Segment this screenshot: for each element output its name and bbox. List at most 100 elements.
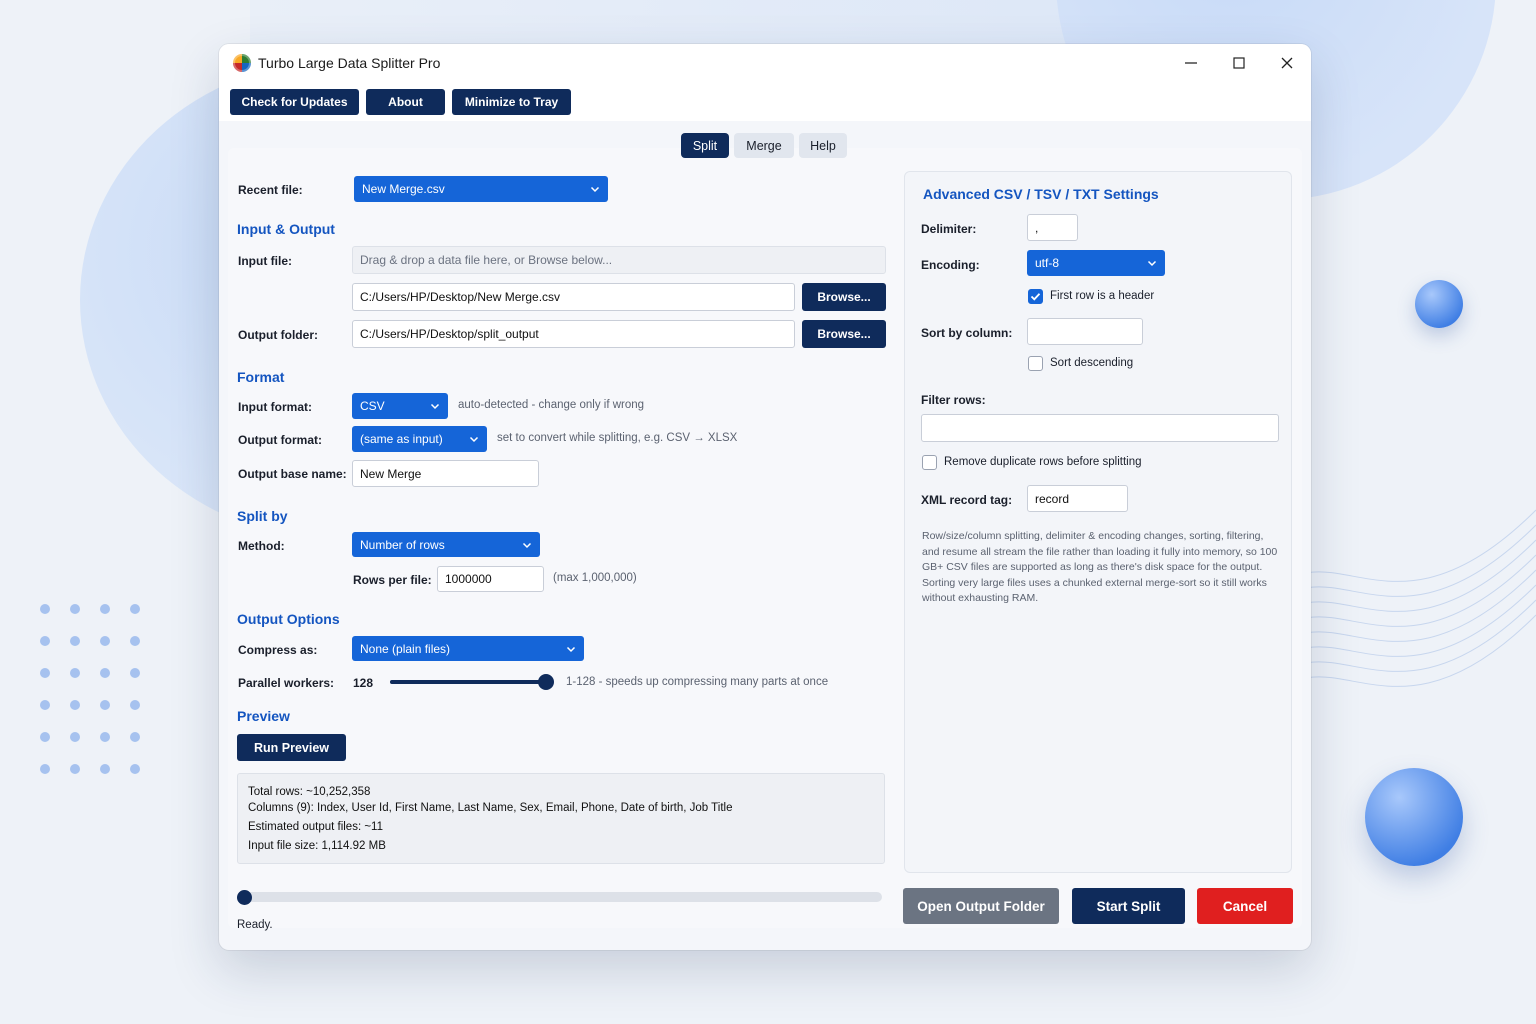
sort-by-column-field[interactable]	[1027, 318, 1143, 345]
filter-rows-label: Filter rows:	[921, 393, 986, 407]
xml-record-tag-label: XML record tag:	[921, 493, 1013, 507]
output-format-select[interactable]: (same as input)	[352, 426, 487, 452]
tab-help[interactable]: Help	[799, 133, 847, 158]
preview-line: Total rows: ~10,252,358	[248, 786, 371, 798]
tab-bar: Split Merge Help	[681, 133, 847, 158]
input-format-select[interactable]: CSV	[352, 393, 448, 419]
split-method-value: Number of rows	[360, 537, 445, 552]
format-heading: Format	[237, 369, 285, 385]
input-format-label: Input format:	[238, 400, 312, 414]
preview-heading: Preview	[237, 708, 290, 724]
open-output-folder-button[interactable]: Open Output Folder	[903, 888, 1059, 924]
recent-file-label: Recent file:	[238, 183, 303, 197]
decorative-waves	[1276, 509, 1536, 696]
input-file-label: Input file:	[238, 254, 292, 268]
app-window: Turbo Large Data Splitter Pro Check for …	[219, 44, 1311, 950]
delimiter-label: Delimiter:	[921, 222, 977, 236]
chevron-down-icon	[430, 403, 440, 410]
compress-as-value: None (plain files)	[360, 641, 451, 656]
preview-output: Total rows: ~10,252,358 Columns (9): Ind…	[237, 773, 885, 864]
chevron-down-icon	[522, 542, 532, 548]
window-title: Turbo Large Data Splitter Pro	[258, 55, 441, 71]
browse-output-button[interactable]: Browse...	[802, 320, 886, 348]
rows-per-file-label: Rows per file:	[353, 573, 432, 587]
encoding-select[interactable]: utf-8	[1027, 250, 1165, 276]
cancel-button[interactable]: Cancel	[1197, 888, 1293, 924]
output-format-hint: set to convert while splitting, e.g. CSV…	[497, 432, 738, 444]
output-format-value: (same as input)	[360, 432, 443, 446]
remove-duplicates-checkbox[interactable]	[922, 455, 937, 470]
decorative-dot-grid	[40, 604, 160, 796]
slider-handle[interactable]	[538, 674, 554, 690]
parallel-workers-slider[interactable]	[390, 674, 554, 690]
tab-merge[interactable]: Merge	[734, 133, 794, 158]
minimize-icon	[1185, 62, 1197, 64]
sort-descending-checkbox[interactable]	[1028, 356, 1043, 371]
chevron-down-icon	[1147, 260, 1157, 267]
header-checkbox-label: First row is a header	[1050, 290, 1155, 302]
progress-indicator	[237, 890, 252, 905]
compress-as-label: Compress as:	[238, 643, 318, 657]
filter-rows-field[interactable]	[921, 414, 1279, 442]
output-options-heading: Output Options	[237, 611, 340, 627]
status-text: Ready.	[237, 919, 273, 931]
output-base-name-label: Output base name:	[238, 467, 347, 481]
preview-line: Estimated output files: ~11	[248, 821, 383, 833]
header-checkbox[interactable]	[1028, 289, 1043, 304]
split-tab-content: Recent file: New Merge.csv Input & Outpu…	[228, 148, 1302, 931]
split-by-heading: Split by	[237, 508, 288, 524]
rows-per-file-field[interactable]: 1000000	[437, 566, 544, 592]
input-format-value: CSV	[360, 399, 385, 413]
delimiter-field[interactable]: ,	[1027, 214, 1078, 241]
maximize-button[interactable]	[1215, 44, 1263, 82]
output-folder-label: Output folder:	[238, 328, 318, 342]
check-for-updates-button[interactable]: Check for Updates	[230, 89, 359, 115]
encoding-value: utf-8	[1035, 256, 1060, 270]
advanced-settings-heading: Advanced CSV / TSV / TXT Settings	[923, 186, 1159, 202]
streaming-info-note: Row/size/column splitting, delimiter & e…	[922, 530, 1278, 605]
output-format-label: Output format:	[238, 433, 322, 447]
input-file-path-field[interactable]: C:/Users/HP/Desktop/New Merge.csv	[352, 283, 795, 311]
title-bar: Turbo Large Data Splitter Pro	[219, 44, 1311, 82]
input-format-hint: auto-detected - change only if wrong	[458, 399, 645, 411]
start-split-button[interactable]: Start Split	[1072, 888, 1185, 924]
encoding-label: Encoding:	[921, 258, 980, 272]
decorative-sphere	[1365, 768, 1463, 866]
close-icon	[1281, 57, 1293, 69]
parallel-workers-value: 128	[353, 676, 374, 690]
advanced-settings-panel: Advanced CSV / TSV / TXT Settings Delimi…	[904, 171, 1292, 873]
parallel-workers-hint: 1-128 - speeds up compressing many parts…	[566, 676, 829, 688]
preview-line: Input file size: 1,114.92 MB	[248, 840, 386, 852]
browse-input-button[interactable]: Browse...	[802, 283, 886, 311]
minimize-button[interactable]	[1167, 44, 1215, 82]
tab-split[interactable]: Split	[681, 133, 729, 158]
file-drop-zone[interactable]: Drag & drop a data file here, or Browse …	[352, 246, 886, 274]
decorative-sphere	[1415, 280, 1463, 328]
preview-line: Columns (9): Index, User Id, First Name,…	[248, 802, 733, 814]
progress-bar	[237, 890, 882, 905]
remove-duplicates-label: Remove duplicate rows before splitting	[944, 456, 1142, 468]
sort-descending-label: Sort descending	[1050, 357, 1134, 369]
method-label: Method:	[238, 539, 285, 553]
chevron-down-icon	[590, 186, 600, 193]
minimize-to-tray-button[interactable]: Minimize to Tray	[452, 89, 571, 115]
split-method-select[interactable]: Number of rows	[352, 532, 540, 557]
rows-per-file-hint: (max 1,000,000)	[553, 572, 637, 584]
run-preview-button[interactable]: Run Preview	[237, 734, 346, 761]
checkmark-icon	[1030, 293, 1041, 301]
chevron-down-icon	[566, 646, 576, 652]
output-folder-path-field[interactable]: C:/Users/HP/Desktop/split_output	[352, 320, 795, 348]
chevron-down-icon	[469, 436, 479, 443]
xml-record-tag-field[interactable]: record	[1027, 485, 1128, 512]
about-button[interactable]: About	[366, 89, 445, 115]
input-output-heading: Input & Output	[237, 221, 335, 237]
close-button[interactable]	[1263, 44, 1311, 82]
output-base-name-field[interactable]: New Merge	[352, 460, 539, 487]
maximize-icon	[1233, 57, 1245, 69]
compress-as-select[interactable]: None (plain files)	[352, 636, 584, 661]
recent-file-select[interactable]: New Merge.csv	[354, 176, 608, 202]
sort-by-column-label: Sort by column:	[921, 326, 1013, 340]
recent-file-value: New Merge.csv	[362, 182, 445, 196]
toolbar: Check for Updates About Minimize to Tray	[219, 82, 1311, 121]
app-globe-icon	[233, 54, 251, 72]
